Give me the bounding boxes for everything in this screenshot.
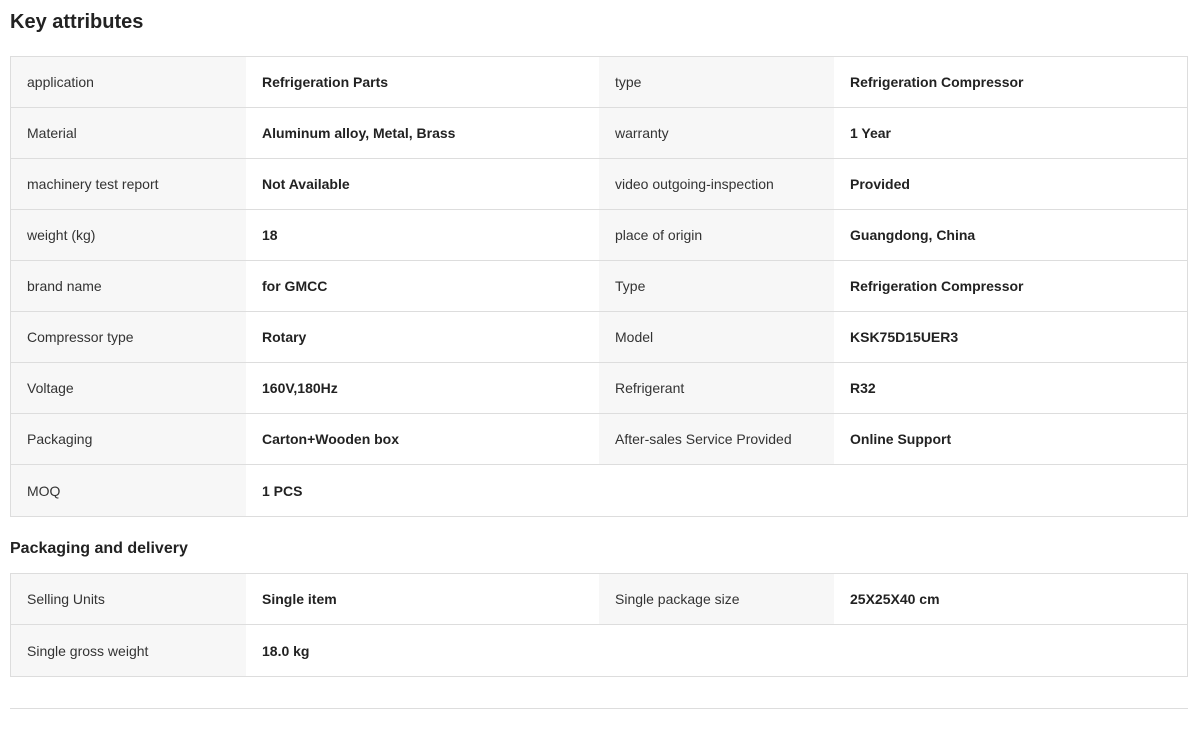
- attribute-value: Provided: [834, 159, 1187, 209]
- attribute-value: Rotary: [246, 312, 599, 362]
- attribute-value: Refrigeration Compressor: [834, 261, 1187, 311]
- page-title: Key attributes: [10, 11, 144, 33]
- table-row: weight (kg) 18 place of origin Guangdong…: [11, 210, 1187, 261]
- table-row: Voltage 160V,180Hz Refrigerant R32: [11, 363, 1187, 414]
- empty-cell: [599, 625, 834, 676]
- attribute-key: type: [599, 57, 834, 107]
- table-row: machinery test report Not Available vide…: [11, 159, 1187, 210]
- attribute-value: Aluminum alloy, Metal, Brass: [246, 108, 599, 158]
- attribute-value: KSK75D15UER3: [834, 312, 1187, 362]
- table-row: application Refrigeration Parts type Ref…: [11, 57, 1187, 108]
- attribute-value: 1 Year: [834, 108, 1187, 158]
- attribute-value: Single item: [246, 574, 599, 624]
- attribute-key: Packaging: [11, 414, 246, 464]
- table-row: brand name for GMCC Type Refrigeration C…: [11, 261, 1187, 312]
- attribute-key: Voltage: [11, 363, 246, 413]
- attribute-value: Carton+Wooden box: [246, 414, 599, 464]
- attribute-key: Type: [599, 261, 834, 311]
- attribute-key: application: [11, 57, 246, 107]
- table-row: Single gross weight 18.0 kg: [11, 625, 1187, 676]
- attribute-value: Refrigeration Compressor: [834, 57, 1187, 107]
- packaging-table: Selling Units Single item Single package…: [10, 573, 1188, 677]
- attribute-value: 25X25X40 cm: [834, 574, 1187, 624]
- attribute-key: Material: [11, 108, 246, 158]
- attribute-value: R32: [834, 363, 1187, 413]
- attribute-key: video outgoing-inspection: [599, 159, 834, 209]
- attribute-key: Refrigerant: [599, 363, 834, 413]
- attribute-key: brand name: [11, 261, 246, 311]
- attribute-key: After-sales Service Provided: [599, 414, 834, 464]
- attribute-key: Single gross weight: [11, 625, 246, 676]
- attribute-key: Single package size: [599, 574, 834, 624]
- attribute-key: machinery test report: [11, 159, 246, 209]
- table-row: Packaging Carton+Wooden box After-sales …: [11, 414, 1187, 465]
- table-row: Material Aluminum alloy, Metal, Brass wa…: [11, 108, 1187, 159]
- attribute-key: place of origin: [599, 210, 834, 260]
- attribute-key: MOQ: [11, 465, 246, 516]
- attribute-value: 18.0 kg: [246, 625, 599, 676]
- attribute-key: Model: [599, 312, 834, 362]
- empty-cell: [834, 625, 1187, 676]
- attribute-value: for GMCC: [246, 261, 599, 311]
- section-title: Packaging and delivery: [10, 540, 188, 557]
- divider: [10, 708, 1188, 709]
- attribute-key: Selling Units: [11, 574, 246, 624]
- key-attributes-table: application Refrigeration Parts type Ref…: [10, 56, 1188, 517]
- attribute-value: Not Available: [246, 159, 599, 209]
- table-row: Selling Units Single item Single package…: [11, 574, 1187, 625]
- empty-cell: [599, 465, 834, 516]
- table-row: Compressor type Rotary Model KSK75D15UER…: [11, 312, 1187, 363]
- attribute-value: 1 PCS: [246, 465, 599, 516]
- attribute-key: warranty: [599, 108, 834, 158]
- attribute-key: weight (kg): [11, 210, 246, 260]
- attribute-value: 160V,180Hz: [246, 363, 599, 413]
- table-row: MOQ 1 PCS: [11, 465, 1187, 516]
- attribute-key: Compressor type: [11, 312, 246, 362]
- attribute-value: Guangdong, China: [834, 210, 1187, 260]
- attribute-value: 18: [246, 210, 599, 260]
- attribute-value: Online Support: [834, 414, 1187, 464]
- attribute-value: Refrigeration Parts: [246, 57, 599, 107]
- empty-cell: [834, 465, 1187, 516]
